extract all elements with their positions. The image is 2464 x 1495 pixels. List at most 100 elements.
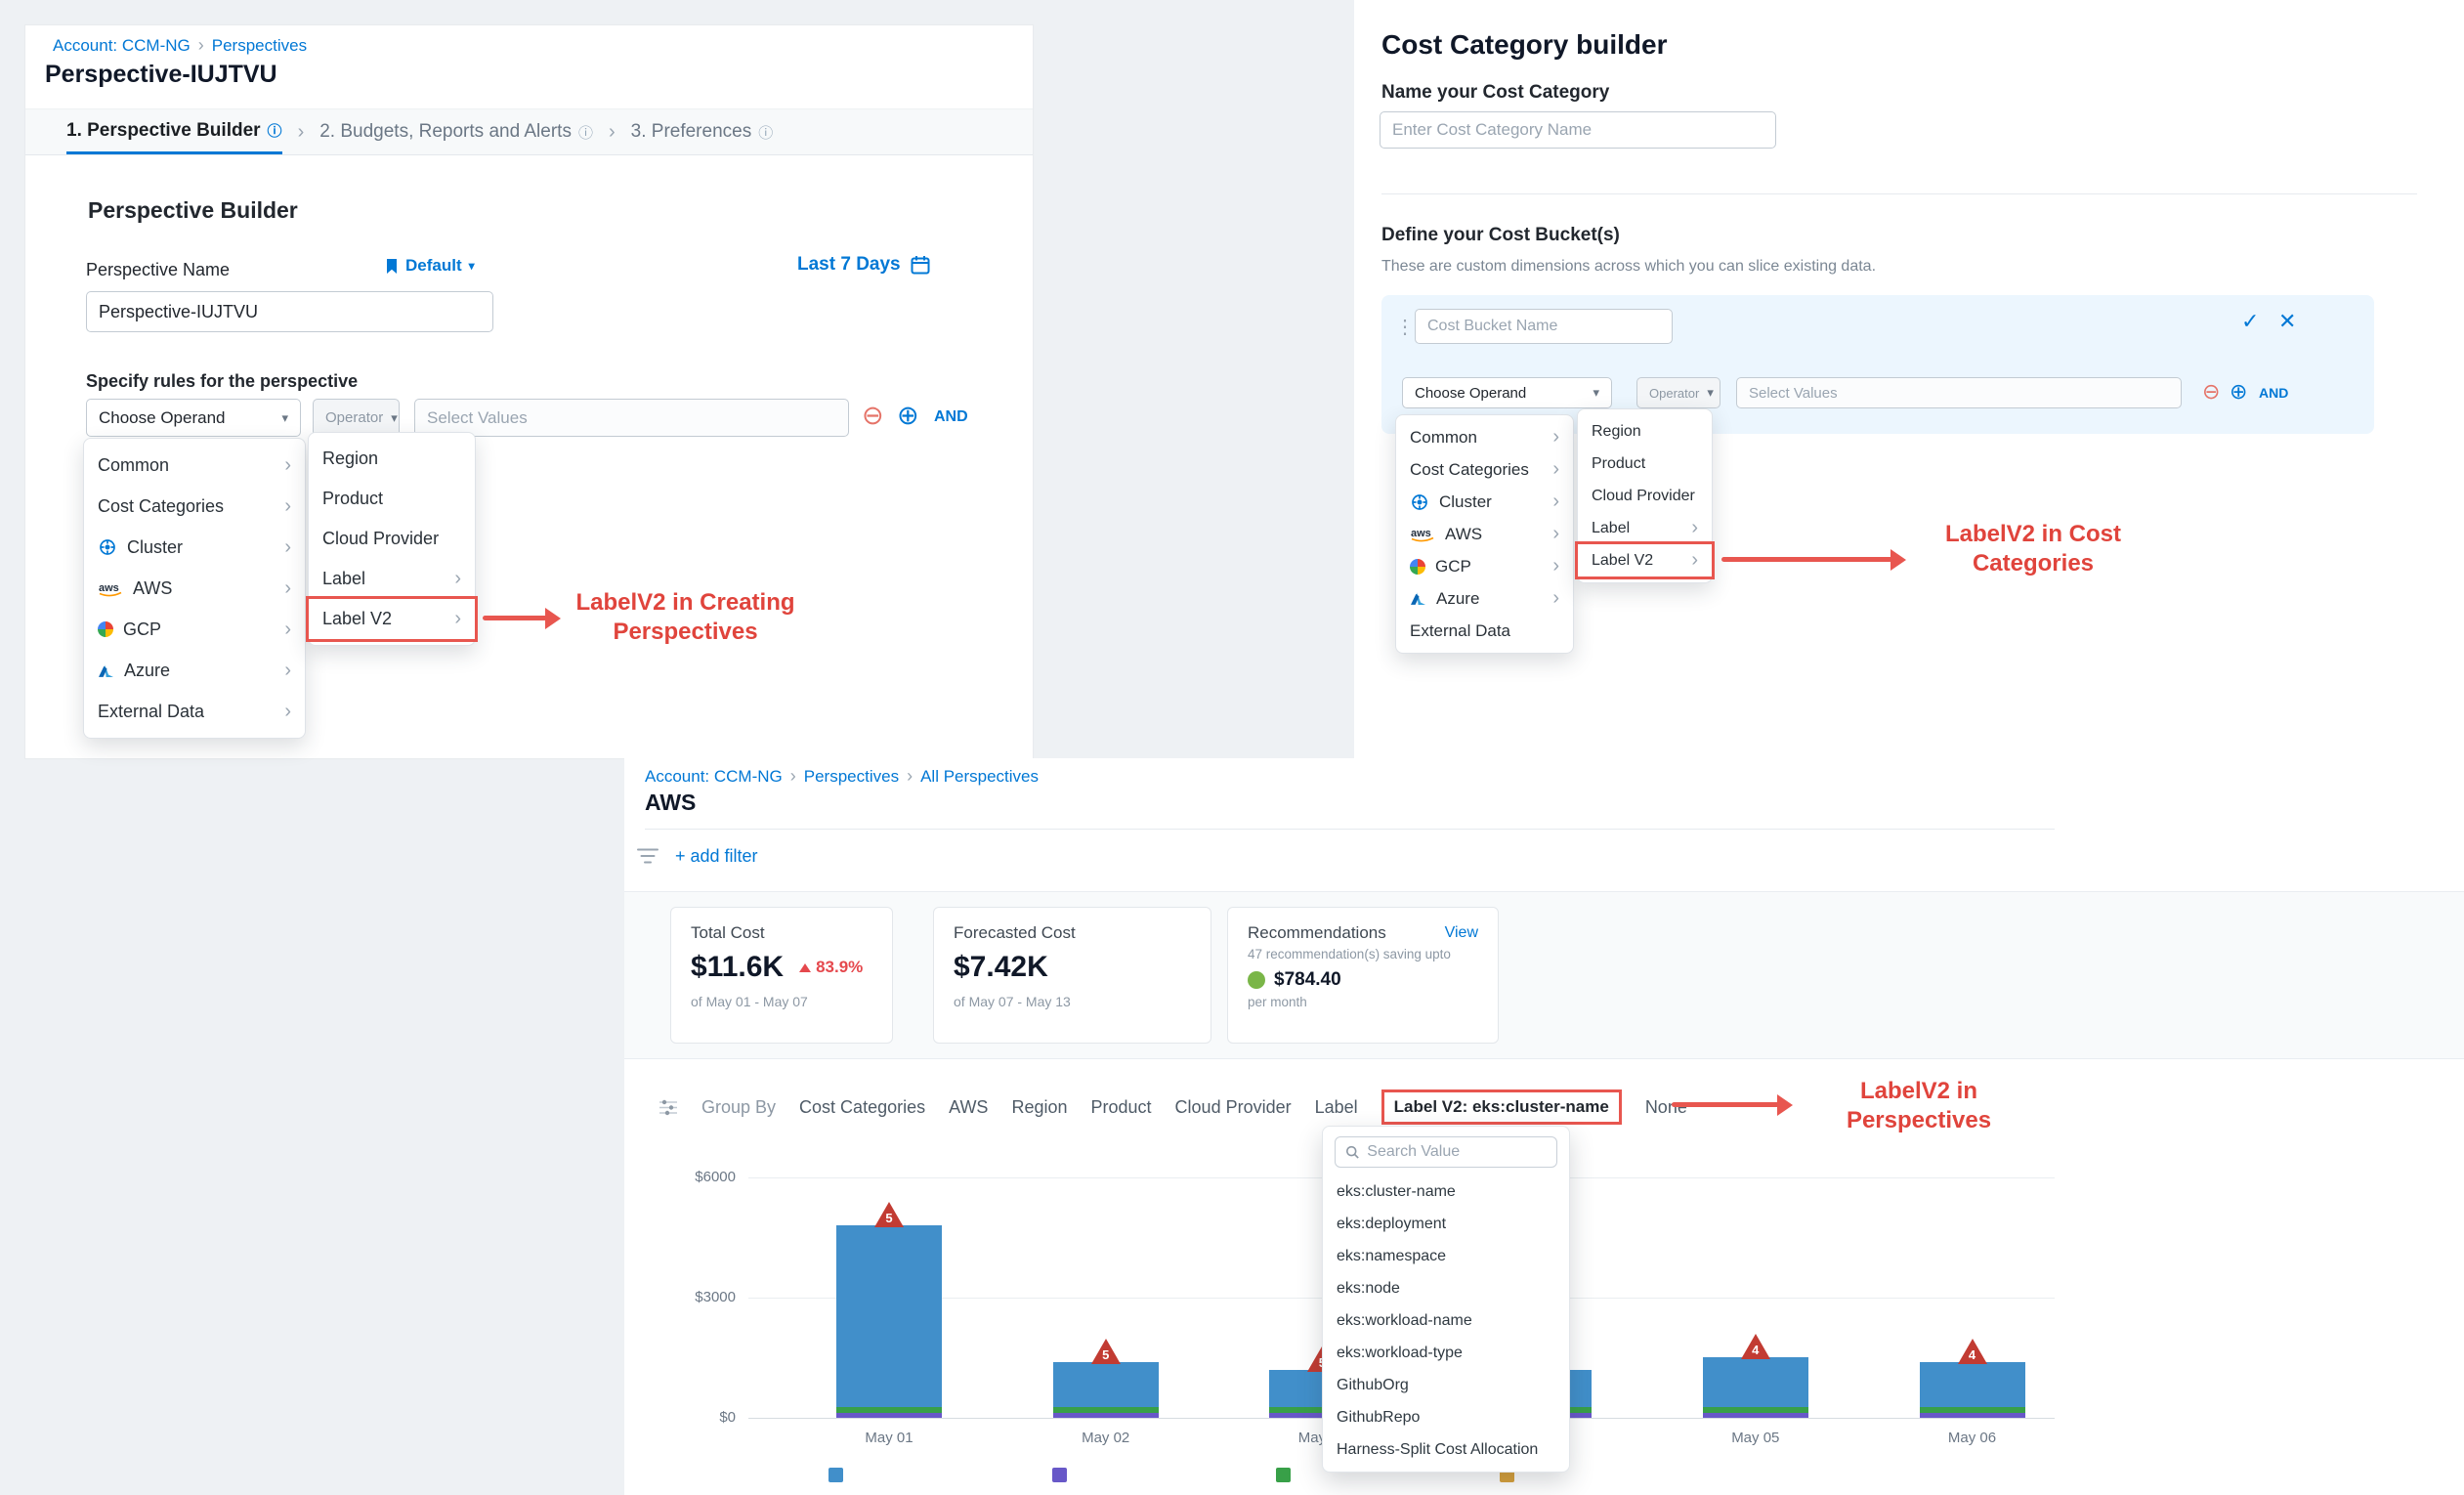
value-option-eks-namespace[interactable]: eks:namespace [1323, 1240, 1569, 1272]
cancel-icon[interactable]: ✕ [2278, 311, 2296, 332]
add-filter-button[interactable]: + add filter [675, 846, 758, 867]
menu-item-label: Label [322, 569, 365, 589]
value-option-harness-split-cost-allocation[interactable]: Harness-Split Cost Allocation [1323, 1433, 1569, 1466]
menu-item-label: Region [1592, 423, 1641, 441]
chevron-right-icon: › [1552, 458, 1559, 481]
menu-item-cost-categories[interactable]: Cost Categories› [1396, 453, 1573, 486]
chevron-right-icon: › [790, 766, 796, 787]
groupby-option-aws[interactable]: AWS [949, 1097, 988, 1118]
view-recommendations-link[interactable]: View [1445, 924, 1478, 942]
menu-item-label: GCP [123, 619, 161, 640]
select-values-input[interactable] [414, 399, 849, 437]
and-button[interactable]: AND [934, 408, 968, 426]
cc-operator-select[interactable]: Operator ▾ [1636, 377, 1721, 408]
groupby-option-cost-categories[interactable]: Cost Categories [799, 1097, 925, 1118]
groupby-option-none[interactable]: None [1645, 1097, 1687, 1118]
legend-swatch [1052, 1468, 1067, 1482]
menu-item-gcp[interactable]: GCP› [84, 609, 305, 650]
savings-icon [1248, 971, 1265, 989]
menu-item-cluster[interactable]: Cluster› [1396, 486, 1573, 518]
groupby-option-product[interactable]: Product [1091, 1097, 1152, 1118]
menu-item-label[interactable]: Label › [309, 559, 475, 599]
tab-preferences[interactable]: 3. Preferences ⓘ [631, 109, 774, 154]
cc-choose-operand-select[interactable]: Choose Operand ▾ [1402, 377, 1612, 408]
default-folder-select[interactable]: Default ▾ [385, 256, 475, 276]
menu-item-cloud-provider[interactable]: Cloud Provider [309, 519, 475, 559]
cost-bucket-name-input[interactable] [1415, 309, 1673, 344]
forecasted-cost-period: of May 07 - May 13 [954, 994, 1191, 1009]
menu-item-external-data[interactable]: External Data [1396, 615, 1573, 647]
menu-item-azure[interactable]: Azure› [1396, 582, 1573, 615]
menu-item-region[interactable]: Region [1578, 415, 1712, 448]
remove-rule-icon[interactable]: ⊖ [862, 403, 884, 429]
breadcrumb-perspectives-link[interactable]: Perspectives [804, 767, 899, 787]
menu-item-common[interactable]: Common › [84, 445, 305, 486]
value-option-eks-cluster-name[interactable]: eks:cluster-name [1323, 1175, 1569, 1208]
search-value-input[interactable] [1367, 1143, 1547, 1161]
groupby-option-region[interactable]: Region [1011, 1097, 1067, 1118]
breadcrumb-perspectives-link[interactable]: Perspectives [212, 36, 307, 56]
menu-item-azure[interactable]: Azure› [84, 650, 305, 691]
chevron-right-icon: › [284, 454, 291, 477]
anomaly-marker-may-06[interactable]: 4 [1958, 1339, 1987, 1364]
tab-perspective-builder[interactable]: 1. Perspective Builder ⓘ [66, 109, 282, 154]
breadcrumb-all-perspectives-link[interactable]: All Perspectives [920, 767, 1039, 787]
chevron-right-icon: › [454, 568, 461, 590]
tab-budgets-reports-alerts[interactable]: 2. Budgets, Reports and Alerts ⓘ [319, 109, 593, 154]
breadcrumb-account-link[interactable]: Account: CCM-NG [53, 36, 191, 56]
total-cost-period: of May 01 - May 07 [691, 994, 872, 1009]
chart-bar-may-06[interactable] [1920, 1362, 2025, 1418]
anomaly-marker-may-05[interactable]: 4 [1741, 1334, 1770, 1359]
menu-item-label-v2[interactable]: Label V2› [309, 599, 475, 639]
filter-icon[interactable] [636, 846, 659, 866]
operand-submenu: RegionProductCloud Provider Label › Label V… [308, 432, 476, 646]
value-option-githubrepo[interactable]: GithubRepo [1323, 1401, 1569, 1433]
menu-item-cost-categories[interactable]: Cost Categories› [84, 486, 305, 527]
menu-item-aws[interactable]: awsAWS› [84, 568, 305, 609]
chevron-right-icon: › [1552, 491, 1559, 513]
menu-item-aws[interactable]: awsAWS› [1396, 518, 1573, 550]
cc-and-button[interactable]: AND [2259, 385, 2288, 401]
menu-item-common[interactable]: Common› [1396, 421, 1573, 453]
chart-bar-may-02[interactable] [1053, 1362, 1159, 1418]
trend-up-icon [799, 963, 811, 972]
add-rule-icon[interactable]: ⊕ [897, 403, 919, 429]
anomaly-marker-may-02[interactable]: 5 [1091, 1339, 1121, 1364]
confirm-icon[interactable]: ✓ [2241, 311, 2259, 332]
cost-category-name-input[interactable] [1380, 111, 1776, 149]
menu-item-cloud-provider[interactable]: Cloud Provider [1578, 480, 1712, 512]
menu-item-label[interactable]: Label› [1578, 512, 1712, 544]
annotation-perspectives: LabelV2 in Perspectives [1802, 1077, 2036, 1135]
section-divider [1381, 193, 2417, 194]
chart-bar-may-05[interactable] [1703, 1357, 1808, 1418]
savings-amount: $784.40 [1274, 969, 1341, 991]
value-option-eks-workload-type[interactable]: eks:workload-type [1323, 1337, 1569, 1369]
breadcrumb-account-link[interactable]: Account: CCM-NG [645, 767, 783, 787]
cluster-icon [1410, 492, 1429, 512]
menu-item-cluster[interactable]: Cluster› [84, 527, 305, 568]
choose-operand-select[interactable]: Choose Operand ▾ [86, 399, 301, 437]
cc-add-rule-icon[interactable]: ⊕ [2230, 381, 2247, 403]
groupby-selected-labelv2[interactable]: Label V2: eks:cluster-name [1381, 1089, 1622, 1125]
date-range-button[interactable]: Last 7 Days [797, 254, 931, 276]
chart-bar-may-01[interactable] [836, 1225, 942, 1418]
menu-item-product[interactable]: Product [309, 479, 475, 519]
cc-remove-rule-icon[interactable]: ⊖ [2202, 381, 2220, 403]
cc-select-values-input[interactable] [1736, 377, 2182, 408]
value-option-eks-workload-name[interactable]: eks:workload-name [1323, 1304, 1569, 1337]
value-option-githuborg[interactable]: GithubOrg [1323, 1369, 1569, 1401]
perspective-name-input[interactable] [86, 291, 493, 332]
value-option-eks-deployment[interactable]: eks:deployment [1323, 1208, 1569, 1240]
groupby-option-label[interactable]: Label [1315, 1097, 1358, 1118]
anomaly-marker-may-01[interactable]: 5 [874, 1202, 904, 1227]
menu-item-label: Product [1592, 455, 1645, 473]
menu-item-region[interactable]: Region [309, 439, 475, 479]
value-option-eks-node[interactable]: eks:node [1323, 1272, 1569, 1304]
groupby-option-cloud-provider[interactable]: Cloud Provider [1175, 1097, 1292, 1118]
menu-item-external-data[interactable]: External Data› [84, 691, 305, 732]
menu-item-label-v2[interactable]: Label V2› [1578, 544, 1712, 577]
menu-item-label: Common [98, 455, 169, 476]
chevron-right-icon: › [298, 109, 305, 154]
menu-item-gcp[interactable]: GCP› [1396, 550, 1573, 582]
menu-item-product[interactable]: Product [1578, 448, 1712, 480]
